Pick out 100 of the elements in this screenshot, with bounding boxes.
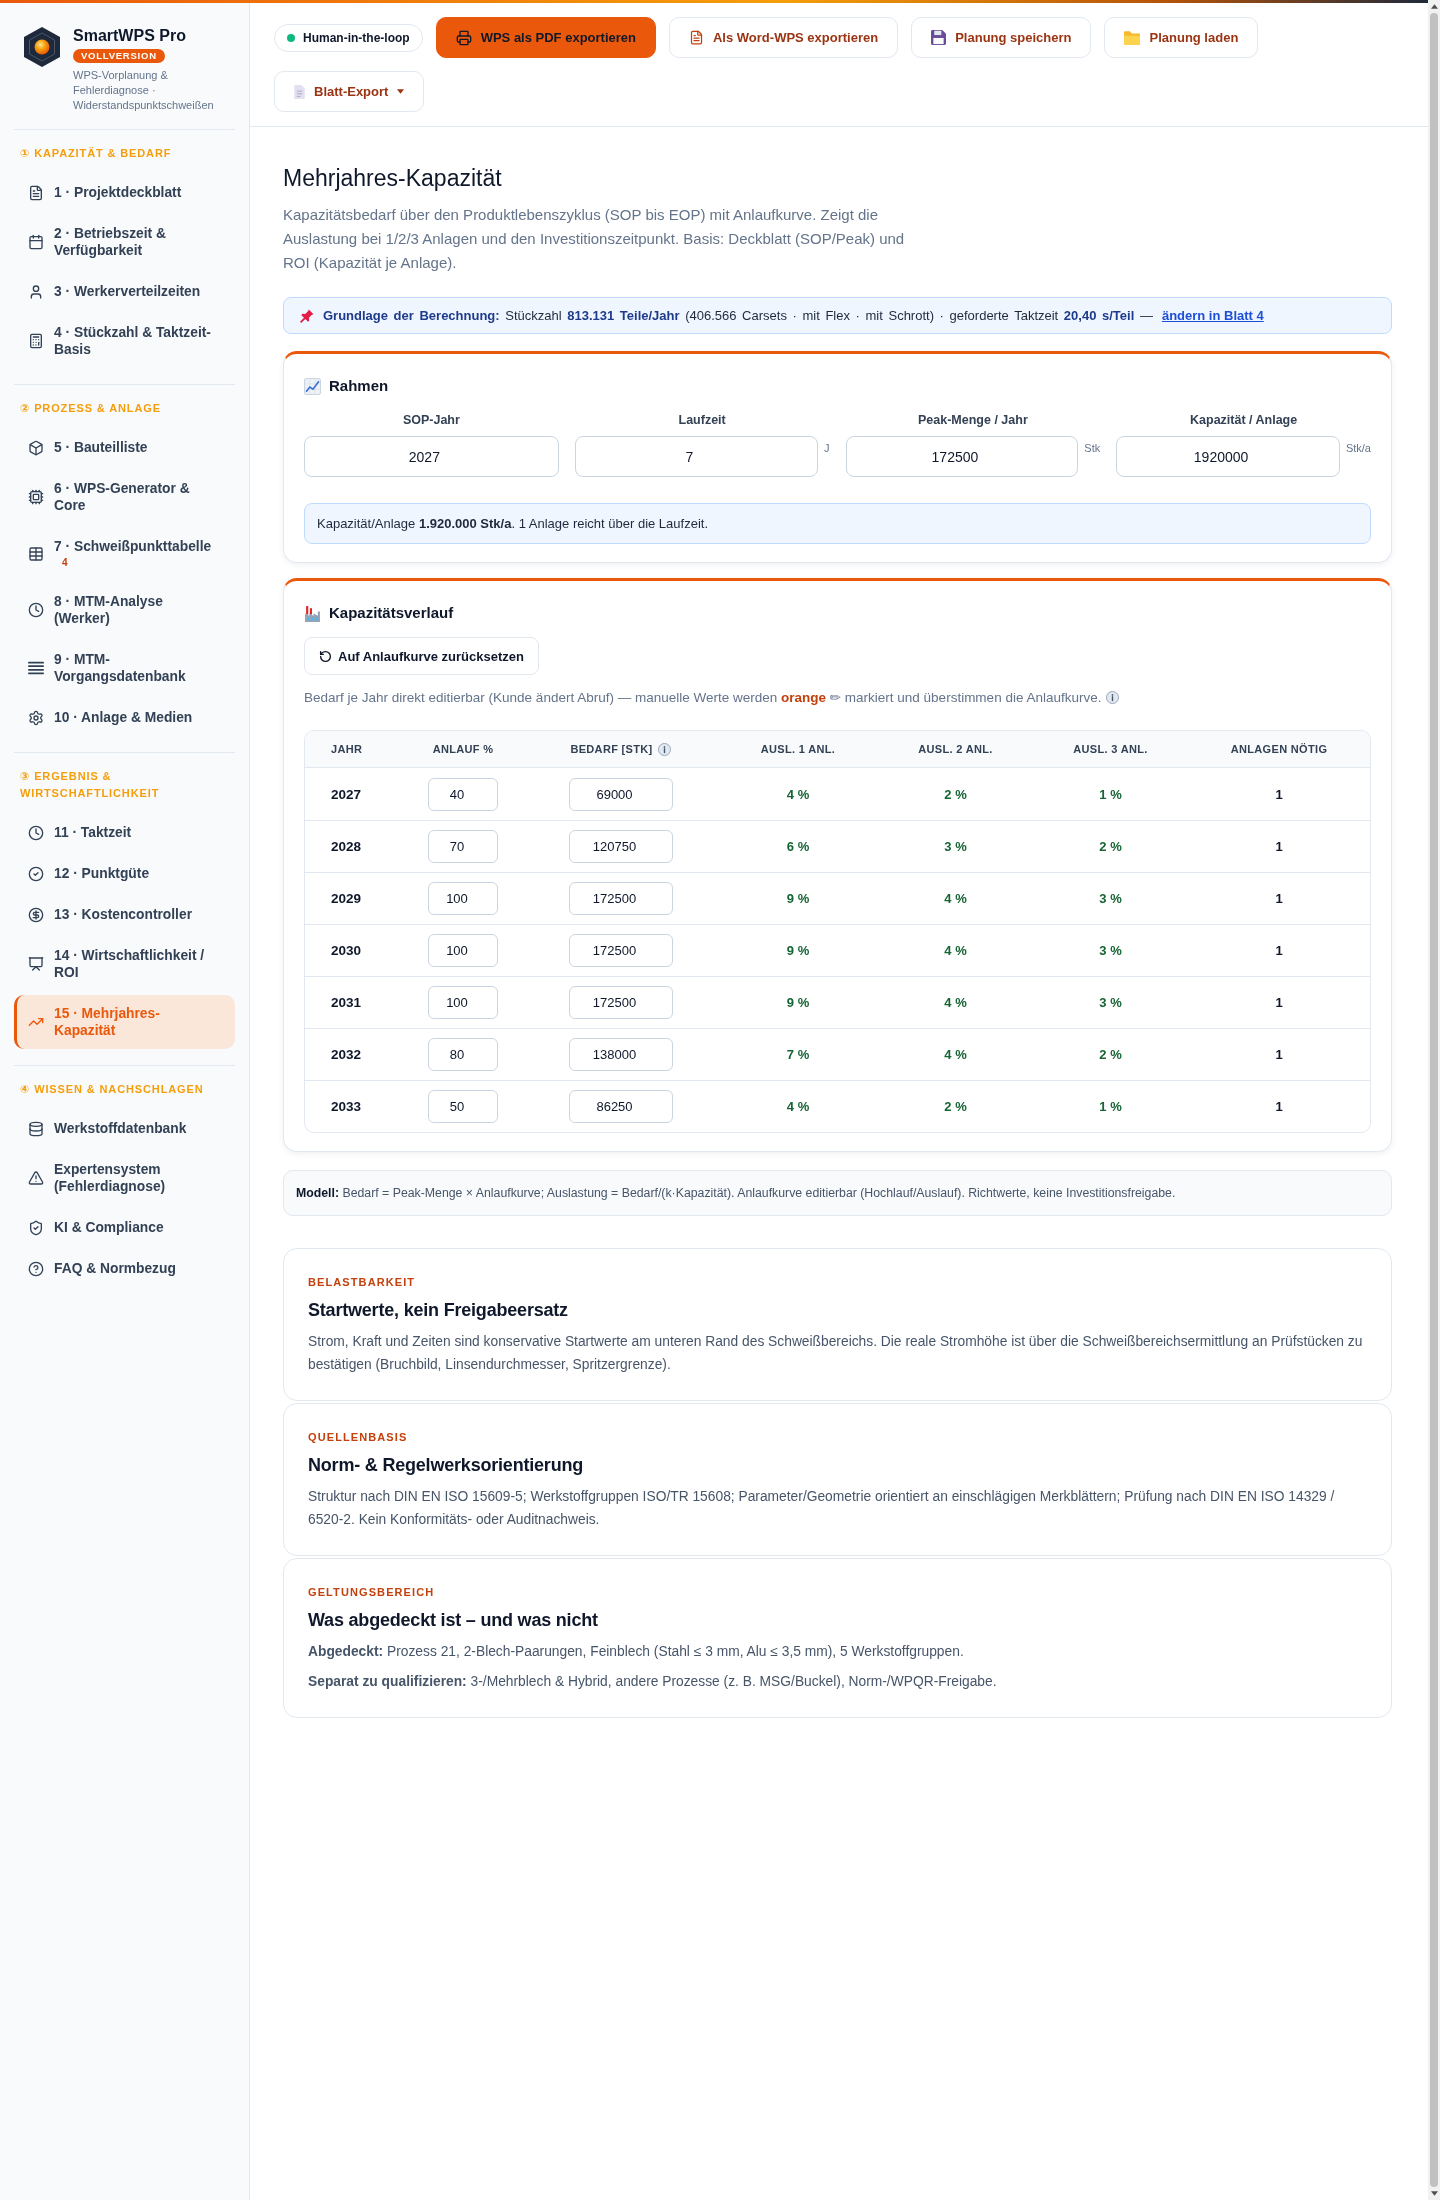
folder-icon	[1124, 30, 1141, 45]
demand-input[interactable]: 138000	[568, 1038, 673, 1071]
number-field[interactable]: 7	[574, 436, 818, 477]
help-icon	[28, 1260, 44, 1277]
utilization-cell: 4 %	[786, 1099, 810, 1114]
logo-icon	[24, 27, 60, 67]
scrollbar[interactable]	[1428, 0, 1440, 2200]
check-circle-icon	[28, 865, 44, 882]
category-label: QUELLENBASIS	[308, 1431, 409, 1444]
sidebar-item[interactable]: 10 · Anlage & Medien	[14, 699, 235, 736]
section-heading: ④ WISSEN & NACHSCHLAGEN	[19, 1082, 205, 1097]
count-text: 4	[62, 557, 68, 569]
list-icon	[28, 660, 44, 676]
sidebar-item[interactable]: 7 · Schweißpunkttabelle 4	[14, 528, 235, 579]
demand-input[interactable]: 172500	[568, 934, 673, 967]
sidebar-item[interactable]: 2 · Betriebszeit & Verfügbarkeit	[14, 215, 235, 269]
save-button[interactable]: Planung speichern	[911, 17, 1092, 58]
scrollbar-thumb[interactable]	[1430, 13, 1438, 2187]
load-button[interactable]: Planung laden	[1104, 17, 1259, 58]
user-icon	[28, 283, 44, 300]
number-field[interactable]: 1920000	[1116, 436, 1340, 477]
pdf-export-button[interactable]: WPS als PDF exportieren	[435, 17, 656, 58]
utilization-cell: 2 %	[1099, 1047, 1122, 1062]
utilization-cell: 4 %	[944, 891, 967, 906]
table-icon	[28, 545, 44, 562]
chip-icon	[28, 489, 44, 505]
year-cell: 2030	[331, 943, 362, 958]
info-icon	[1106, 691, 1120, 704]
sidebar-item[interactable]: FAQ & Normbezug	[14, 1250, 235, 1287]
sidebar-item[interactable]: 14 · Wirtschaftlichkeit / ROI	[14, 937, 235, 991]
plants-needed-cell: 1	[1275, 1047, 1283, 1062]
sidebar-item[interactable]: 13 · Kostencontroller	[14, 896, 235, 933]
ramp-input[interactable]: 100	[428, 882, 498, 915]
ramp-input[interactable]: 40	[428, 777, 498, 811]
sidebar-item[interactable]: Expertensystem (Fehlerdiagnose)	[14, 1151, 235, 1205]
sidebar-item[interactable]: 3 · Werkerverteilzeiten	[14, 273, 235, 310]
section-heading: ① KAPAZITÄT & BEDARF	[19, 146, 173, 161]
reset-button[interactable]: Auf Anlaufkurve zurücksetzen	[304, 637, 539, 675]
year-cell: 2029	[331, 891, 362, 906]
app-subtitle: WPS-Vorplanung & Fehlerdiagnose · Widerstandspunktschweißen	[73, 68, 215, 113]
sidebar-item[interactable]: 12 · Punktgüte	[14, 855, 235, 892]
column-header: ANLAUF %	[432, 743, 494, 755]
column-header: AUSL. 1 ANL.	[760, 743, 836, 755]
year-cell: 2028	[331, 839, 362, 854]
ramp-input[interactable]: 50	[428, 1090, 498, 1123]
demand-input[interactable]: 86250	[568, 1090, 673, 1123]
number-field[interactable]: 172500	[845, 436, 1079, 477]
sidebar-item[interactable]: 8 · MTM-Analyse (Werker)	[14, 583, 235, 637]
column-header: JAHR	[331, 743, 363, 755]
section-heading: ③ ERGEBNIS & WIRTSCHAFTLICHKEIT	[19, 769, 161, 801]
number-field[interactable]: 2027	[304, 436, 559, 477]
card-title: Kapazitätsverlauf	[329, 603, 454, 623]
card-title: Rahmen	[329, 376, 389, 396]
category-label: GELTUNGSBEREICH	[308, 1586, 436, 1599]
unit-label: Stk	[1084, 442, 1101, 454]
cube-icon	[28, 439, 44, 456]
document-icon	[28, 184, 44, 201]
calculator-icon	[28, 333, 44, 349]
ramp-input[interactable]: 70	[428, 830, 498, 863]
word-export-button[interactable]: Als Word-WPS exportieren	[669, 17, 899, 58]
utilization-cell: 2 %	[1099, 839, 1122, 854]
sidebar-item[interactable]: 9 · MTM-Vorgangsdatenbank	[14, 641, 235, 695]
document-icon	[294, 84, 305, 99]
demand-input[interactable]: 172500	[568, 986, 673, 1019]
card-text: Struktur nach DIN EN ISO 15609-5; Werkstoffgruppen ISO/TR 15608; Parameter/Geometrie orientiert an einschlägigen Merkblättern; Prüfung nach DIN EN ISO 14329 / 6520-2. Kein Konformitäts- oder Auditnachweis.	[308, 1488, 1336, 1529]
sidebar-item[interactable]: 1 · Projektdeckblatt	[14, 174, 235, 211]
utilization-cell: 4 %	[944, 995, 967, 1010]
sidebar-item[interactable]: 11 · Taktzeit	[14, 814, 235, 851]
sidebar-item[interactable]: KI & Compliance	[14, 1209, 235, 1246]
edit-link[interactable]: ändern in Blatt 4	[1161, 308, 1264, 323]
status-dot-icon	[287, 33, 295, 42]
sidebar-item[interactable]: 4 · Stückzahl & Taktzeit-Basis	[14, 314, 235, 368]
plants-needed-cell: 1	[1275, 786, 1283, 802]
ramp-input[interactable]: 100	[428, 934, 498, 967]
edit-hint-text: Bedarf je Jahr direkt editierbar (Kunde ändert Abruf) — manuelle Werte werden orange ✏ markiert und überstimmen die Anlaufkurve.	[304, 689, 1102, 706]
demand-input[interactable]: 120750	[568, 830, 673, 863]
ramp-input[interactable]: 80	[428, 1038, 498, 1071]
card-text: Strom, Kraft und Zeiten sind konservative Startwerte am unteren Rand des Schweißbereichs. Die reale Stromhöhe ist über die Schweißbereichsermittlung an Prüfstücken zu bestätigen (Bruchbild, Linsendurchmesser, Spritzergrenze).	[308, 1333, 1364, 1374]
unit-label: J	[824, 442, 830, 454]
demand-input[interactable]: 69000	[568, 777, 673, 811]
sidebar-item[interactable]: Werkstoffdatenbank	[14, 1110, 235, 1147]
unit-label: Stk/a	[1345, 442, 1371, 454]
field-label: SOP-Jahr	[402, 412, 460, 428]
category-label: BELASTBARKEIT	[308, 1276, 417, 1289]
sidebar-item[interactable]: 6 · WPS-Generator & Core	[14, 470, 235, 524]
settings-icon	[28, 709, 44, 726]
utilization-cell: 3 %	[1099, 943, 1122, 958]
sheet-export-button[interactable]: Blatt-Export	[274, 71, 425, 112]
plants-needed-cell: 1	[1275, 891, 1283, 906]
column-header: AUSL. 3 ANL.	[1073, 743, 1148, 755]
line-chart-icon	[304, 377, 321, 395]
ramp-input[interactable]: 100	[428, 986, 498, 1019]
utilization-cell: 2 %	[944, 786, 967, 802]
document-icon	[689, 30, 704, 45]
utilization-cell: 1 %	[1099, 786, 1122, 802]
caret-icon	[397, 89, 405, 94]
model-note: Modell: Bedarf = Peak-Menge × Anlaufkurve; Auslastung = Bedarf/(k·Kapazität). Anlaufkurve editierbar (Hochlauf/Auslauf). Richtwerte, keine Investitionsfreigabe.	[283, 1170, 1392, 1216]
demand-input[interactable]: 172500	[568, 882, 673, 915]
sidebar-item[interactable]: 5 · Bauteilliste	[14, 429, 235, 466]
plants-needed-cell: 1	[1275, 1099, 1283, 1114]
